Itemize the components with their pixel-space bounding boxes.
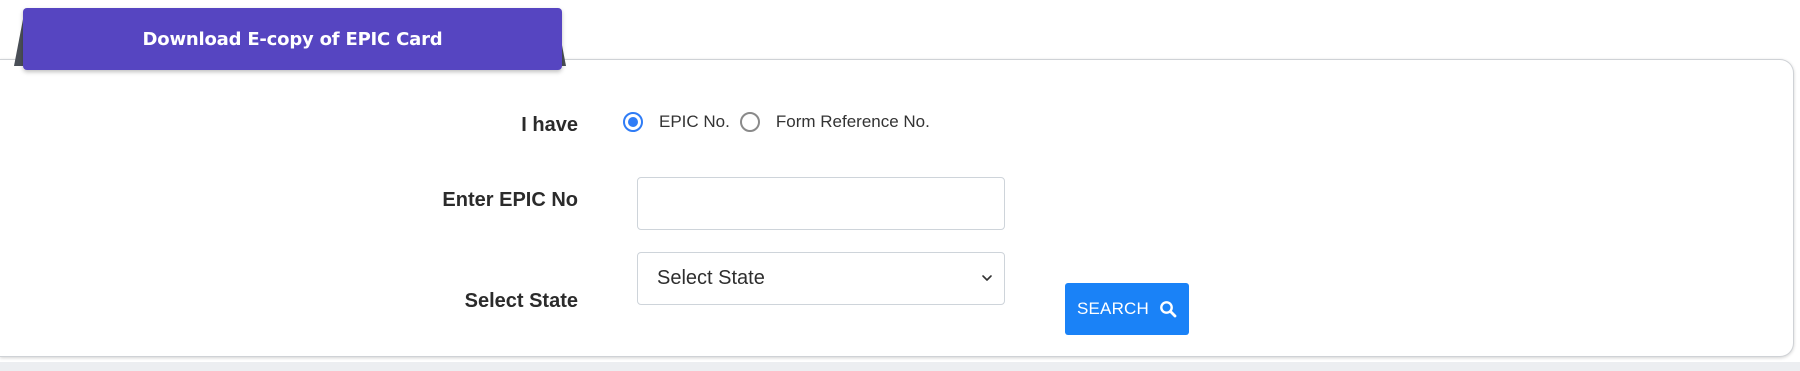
select-state-label: Select State: [464, 290, 578, 312]
epic-no-input[interactable]: [637, 177, 1005, 230]
form-reference-radio-label[interactable]: Form Reference No.: [776, 112, 930, 132]
page: Download E-copy of EPIC Card I have EPIC…: [0, 0, 1800, 371]
search-icon: [1159, 300, 1177, 318]
tab-title: Download E-copy of EPIC Card: [142, 28, 443, 50]
epic-no-radio[interactable]: [623, 112, 643, 132]
chevron-down-icon: [982, 275, 992, 281]
state-select-value: Select State: [657, 267, 765, 289]
form-reference-radio[interactable]: [739, 112, 760, 132]
id-type-radio-group: EPIC No. Form Reference No.: [623, 110, 940, 134]
bottom-strip: [0, 362, 1800, 371]
epic-no-radio-label[interactable]: EPIC No.: [659, 112, 730, 132]
state-select[interactable]: Select State: [637, 252, 1005, 305]
search-button[interactable]: SEARCH: [1065, 283, 1189, 335]
epic-no-label: Enter EPIC No: [442, 189, 578, 211]
search-button-label: SEARCH: [1076, 299, 1150, 318]
i-have-label: I have: [521, 114, 578, 136]
tab-download-epic[interactable]: Download E-copy of EPIC Card: [23, 8, 562, 70]
